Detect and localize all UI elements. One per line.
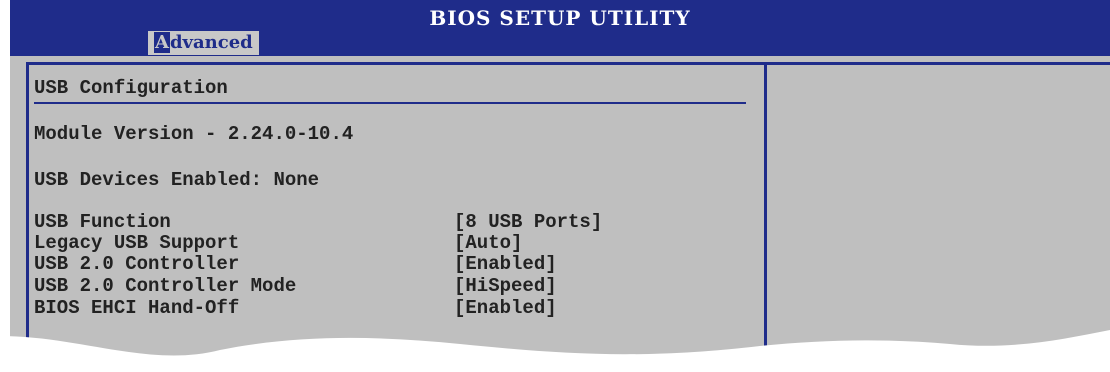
torn-edge [0, 330, 1110, 372]
bios-screen: BIOS SETUP UTILITY Advanced USB Configur… [0, 0, 1110, 372]
